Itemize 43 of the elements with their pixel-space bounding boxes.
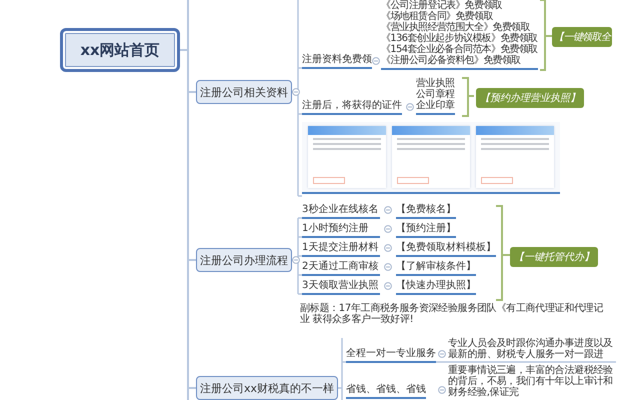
branch-node[interactable]: 注册公司办理流程 bbox=[196, 248, 292, 272]
subtitle-text: 业 获得众多客户一致好评! bbox=[300, 314, 414, 325]
step-link[interactable]: 【快速办理执照】 bbox=[396, 280, 476, 295]
collapse-icon[interactable] bbox=[384, 282, 392, 290]
list-item: 《154套企业必备合同范本》免费领取 bbox=[381, 44, 538, 55]
collapse-icon[interactable] bbox=[292, 88, 300, 96]
step-link[interactable]: 【了解审核条件】 bbox=[396, 261, 476, 276]
bracket bbox=[539, 0, 553, 71]
subtitle-text: 副标题：17年工商税务服务资深经验服务团队《有工商代理证和代理记 bbox=[300, 303, 604, 314]
step-label: 1天提交注册材料 bbox=[302, 242, 380, 257]
list-item: 《营业执照经营范围大全》免费领取 bbox=[381, 22, 531, 33]
collapse-icon[interactable] bbox=[438, 350, 446, 358]
node-label: 注册资料免费领 bbox=[302, 54, 372, 69]
collapse-icon[interactable] bbox=[438, 386, 446, 394]
list-item: 营业执照 bbox=[416, 78, 455, 89]
collapse-icon[interactable] bbox=[384, 244, 392, 252]
node-label: 全程一对一专业服务 bbox=[346, 348, 436, 363]
description-text: 专业人员会及时跟你沟通办事进度以及最新的册、财税专人服务一对一跟进 bbox=[448, 338, 614, 360]
collapse-icon[interactable] bbox=[406, 103, 414, 111]
list-item: 《注册公司必备资料包》免费领取 bbox=[381, 55, 522, 66]
description-text: 重要事情说三遍，丰富的合法避税经验的背后，不易，我们有十年以上审计和财务经验,保证完 bbox=[448, 365, 614, 398]
branch-node[interactable]: 注册公司xx财税真的不一样 bbox=[196, 376, 338, 400]
collapse-icon[interactable] bbox=[372, 57, 380, 65]
step-label: 3秒企业在线核名 bbox=[302, 204, 380, 219]
branch-node[interactable]: 注册公司相关资料 bbox=[196, 80, 292, 104]
node-label: 省钱、省钱、省钱 bbox=[346, 384, 426, 399]
step-label: 2天通过工商审核 bbox=[302, 261, 380, 276]
step-label: 3天领取营业执照 bbox=[302, 280, 380, 295]
list-item: 企业印章 bbox=[416, 100, 455, 111]
step-label: 1小时预约注册 bbox=[302, 223, 380, 238]
root-node[interactable]: xx网站首页 bbox=[60, 28, 180, 72]
bracket bbox=[461, 77, 475, 117]
collapse-icon[interactable] bbox=[384, 263, 392, 271]
node-label: 注册后，将获得的证件 bbox=[302, 100, 402, 115]
step-link[interactable]: 【免费核名】 bbox=[396, 204, 456, 219]
collapse-icon[interactable] bbox=[292, 256, 300, 264]
list-item: 《场地租赁合同》免费领取 bbox=[381, 11, 494, 22]
list-item: 公司章程 bbox=[416, 89, 455, 100]
step-link[interactable]: 【预约注册】 bbox=[396, 223, 456, 238]
collapse-icon[interactable] bbox=[384, 206, 392, 214]
collapse-icon[interactable] bbox=[384, 225, 392, 233]
step-link[interactable]: 【免费领取材料模板】 bbox=[396, 242, 496, 257]
list-item: 《136套创业起步协议模板》免费领取 bbox=[381, 33, 538, 44]
